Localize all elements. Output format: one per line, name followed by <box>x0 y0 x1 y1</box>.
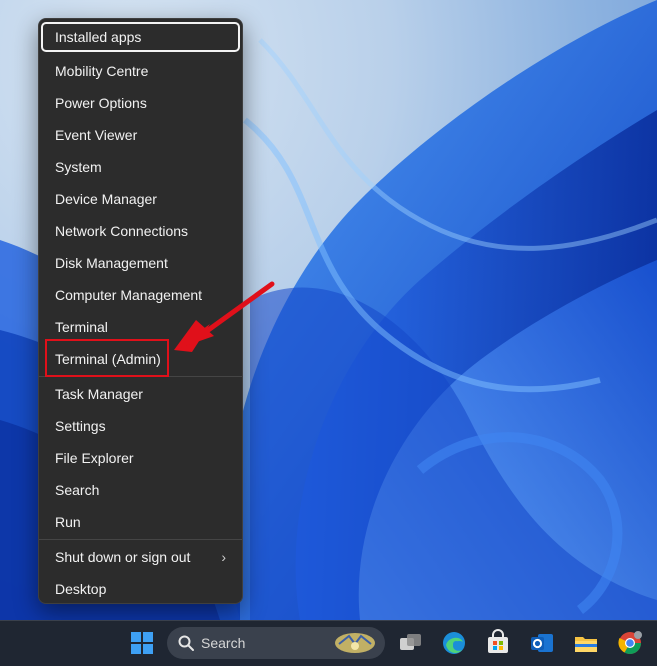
menu-item-search[interactable]: Search <box>41 475 240 505</box>
menu-item-desktop[interactable]: Desktop <box>41 574 240 604</box>
menu-item-label: Device Manager <box>55 191 157 207</box>
menu-item-label: Settings <box>55 418 106 434</box>
taskbar: Search <box>0 620 657 666</box>
menu-item-label: Disk Management <box>55 255 168 271</box>
outlook-icon[interactable] <box>528 629 556 657</box>
menu-item-shut-down[interactable]: Shut down or sign out › <box>41 542 240 572</box>
task-view-icon[interactable] <box>396 629 424 657</box>
menu-item-task-manager[interactable]: Task Manager <box>41 379 240 409</box>
menu-item-power-options[interactable]: Power Options <box>41 88 240 118</box>
taskbar-search-box[interactable]: Search <box>167 627 385 659</box>
menu-item-system[interactable]: System <box>41 152 240 182</box>
menu-item-label: Network Connections <box>55 223 189 239</box>
annotation-arrow-icon <box>174 281 275 352</box>
menu-item-label: Terminal <box>55 319 108 335</box>
menu-item-mobility-centre[interactable]: Mobility Centre <box>41 56 240 86</box>
menu-item-network-connections[interactable]: Network Connections <box>41 216 240 246</box>
menu-item-settings[interactable]: Settings <box>41 411 240 441</box>
menu-item-label: Power Options <box>55 95 147 111</box>
menu-item-label: Shut down or sign out <box>55 549 191 565</box>
menu-separator <box>39 539 242 540</box>
search-highlight-illustration-icon <box>335 633 375 653</box>
menu-item-label: Mobility Centre <box>55 63 149 79</box>
menu-item-label: System <box>55 159 102 175</box>
start-icon[interactable] <box>128 629 156 657</box>
search-icon <box>178 635 194 651</box>
menu-item-run[interactable]: Run <box>41 507 240 537</box>
menu-item-device-manager[interactable]: Device Manager <box>41 184 240 214</box>
menu-item-label: Event Viewer <box>55 127 138 143</box>
store-icon[interactable] <box>484 629 512 657</box>
chevron-right-icon: › <box>221 549 226 565</box>
menu-item-label: Search <box>55 482 100 498</box>
menu-item-label: Desktop <box>55 581 107 597</box>
edge-icon[interactable] <box>440 629 468 657</box>
menu-item-installed-apps[interactable]: Installed apps <box>41 22 240 52</box>
search-placeholder: Search <box>201 635 246 651</box>
file-explorer-icon[interactable] <box>572 629 600 657</box>
menu-item-file-explorer[interactable]: File Explorer <box>41 443 240 473</box>
menu-item-label: File Explorer <box>55 450 134 466</box>
menu-item-label: Installed apps <box>55 29 142 45</box>
menu-item-label: Task Manager <box>55 386 143 402</box>
annotation-highlight-box <box>45 339 169 377</box>
menu-item-disk-management[interactable]: Disk Management <box>41 248 240 278</box>
chrome-icon[interactable] <box>616 629 644 657</box>
menu-item-label: Run <box>55 514 81 530</box>
menu-item-event-viewer[interactable]: Event Viewer <box>41 120 240 150</box>
